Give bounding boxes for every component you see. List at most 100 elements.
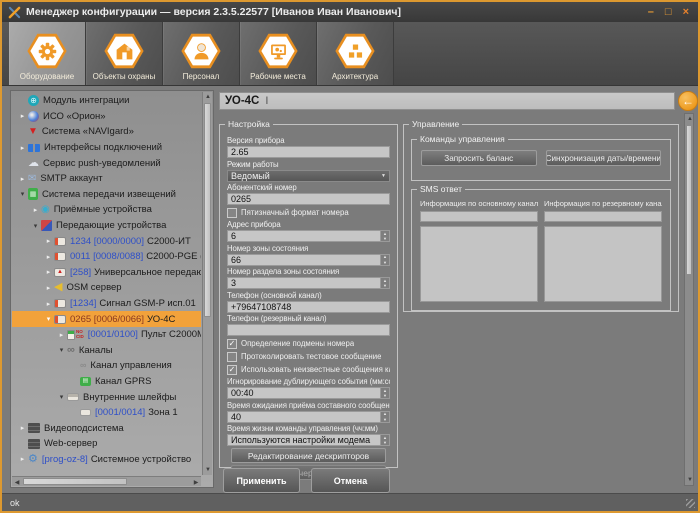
tree-item[interactable]: ▾Передающие устройства <box>12 218 201 234</box>
back-button[interactable]: ← <box>678 91 698 111</box>
tree-expander-icon[interactable]: ▸ <box>43 284 54 292</box>
spinner-arrows-icon[interactable]: ▲▼ <box>380 278 389 288</box>
tree-item[interactable]: ⊕Модуль интеграции <box>12 93 201 109</box>
work-mode-select[interactable]: Ведомый▼ <box>227 170 390 182</box>
tree-expander-icon[interactable]: ▸ <box>17 455 28 463</box>
tree-item[interactable]: ▾∞Каналы <box>12 343 201 359</box>
tree-item[interactable]: ▸◀OSM сервер <box>12 280 201 296</box>
scroll-up-icon[interactable]: ▲ <box>203 92 213 102</box>
toolbar-button-equipment[interactable]: Оборудование <box>9 22 86 85</box>
chevron-down-icon[interactable]: ▼ <box>373 173 386 179</box>
tree-expander-icon[interactable]: ▸ <box>43 300 54 308</box>
tree-item[interactable]: ▸1234 [0000/0000]С2000-ИТ <box>12 233 201 249</box>
device-name-input[interactable]: УО-4С I <box>219 92 675 110</box>
tree-item[interactable]: ▸⚙[prog-oz-8]Системное устройство <box>12 452 201 468</box>
sms-reserve-channel-textarea[interactable] <box>544 226 662 302</box>
edit-descriptors-button[interactable]: Редактирование дескрипторов <box>231 448 386 463</box>
checkbox-unchecked-icon[interactable] <box>227 352 237 362</box>
device-address-field[interactable]: 6▲▼ <box>227 230 390 242</box>
toolbar-button-workstations[interactable]: Рабочие места <box>240 22 317 85</box>
apply-button[interactable]: Применить <box>223 468 300 493</box>
tree-item[interactable]: ▾0265 [0006/0066]УО-4С <box>12 311 201 327</box>
composite-wait-field[interactable]: 40▲▼ <box>227 411 390 423</box>
tree-expander-icon[interactable]: ▸ <box>43 268 54 276</box>
scroll-down-icon[interactable]: ▼ <box>685 475 695 485</box>
tree-item[interactable]: ▾Внутренние шлейфы <box>12 389 201 405</box>
tree-expander-icon[interactable]: ▸ <box>30 206 41 214</box>
tree-expander-icon[interactable]: ▸ <box>17 112 28 120</box>
tree-item[interactable]: [0001/0014]Зона 1 <box>12 405 201 421</box>
tree-item[interactable]: ▸[1234]Сигнал GSM-P исп.01 <box>12 296 201 312</box>
phone-main-field[interactable]: +79647108748 <box>227 301 390 313</box>
tree-expander-icon[interactable]: ▾ <box>17 190 28 198</box>
toolbar-button-personnel[interactable]: Персонал <box>163 22 240 85</box>
toolbar-button-guard-objects[interactable]: Объекты охраны <box>86 22 163 85</box>
close-button[interactable]: × <box>683 7 689 18</box>
tree-expander-icon[interactable]: ▾ <box>56 393 67 401</box>
tree-vertical-scrollbar[interactable]: ▲ ▼ <box>202 92 212 475</box>
tree-item[interactable]: ▸0011 [0008/0088]С2000-PGE (тест) <box>12 249 201 265</box>
tree-item[interactable]: ▸Интерфейсы подключений <box>12 140 201 156</box>
checkbox-unchecked-icon[interactable] <box>227 208 237 218</box>
tree-expander-icon[interactable]: ▾ <box>43 315 54 323</box>
scroll-up-icon[interactable]: ▲ <box>685 114 695 124</box>
tree-expander-icon[interactable]: ▸ <box>17 175 28 183</box>
tree-expander-icon[interactable]: ▾ <box>30 222 41 230</box>
subscriber-number-field[interactable]: 0265 <box>227 193 390 205</box>
tree-item[interactable]: ▼Система «NAVIgard» <box>12 124 201 140</box>
tree-item[interactable]: ▸✉SMTP аккаунт <box>12 171 201 187</box>
number-substitution-checkbox[interactable]: ✓Определение подмены номера <box>227 338 390 349</box>
device-version-field[interactable]: 2.65 <box>227 146 390 158</box>
spinner-arrows-icon[interactable]: ▲▼ <box>380 388 389 398</box>
log-test-message-checkbox[interactable]: Протоколировать тестовое сообщение <box>227 351 390 362</box>
checkbox-checked-icon[interactable]: ✓ <box>227 339 237 349</box>
spinner-arrows-icon[interactable]: ▲▼ <box>380 255 389 265</box>
tree-item[interactable]: ▸ИСО «Орион» <box>12 109 201 125</box>
tree-expander-icon[interactable]: ▸ <box>56 331 67 339</box>
maximize-button[interactable]: □ <box>665 7 672 18</box>
tree-item[interactable]: ∞Канал управления <box>12 358 201 374</box>
tree-expander-icon[interactable]: ▸ <box>17 144 28 152</box>
sms-main-channel-textarea[interactable] <box>420 226 538 302</box>
tree-item[interactable]: ▸Видеоподсистема <box>12 420 201 436</box>
tree-item[interactable]: ▤Канал GPRS <box>12 374 201 390</box>
cancel-button[interactable]: Отмена <box>311 468 390 493</box>
request-balance-button[interactable]: Запросить баланс <box>421 150 537 166</box>
tree-item[interactable]: ▸◉Приёмные устройства <box>12 202 201 218</box>
tree-expander-icon[interactable]: ▸ <box>43 253 54 261</box>
tree-expander-icon[interactable]: ▸ <box>17 424 28 432</box>
minimize-button[interactable]: – <box>648 7 654 18</box>
unknown-as-test-checkbox[interactable]: ✓Использовать неизвестные сообщения как … <box>227 364 390 375</box>
main-vertical-scrollbar[interactable]: ▲ ▼ <box>684 113 694 486</box>
sms-reserve-channel-field[interactable] <box>544 211 662 222</box>
spinner-arrows-icon[interactable]: ▲▼ <box>380 435 389 445</box>
duplicate-ignore-field[interactable]: 00:40▲▼ <box>227 387 390 399</box>
scroll-thumb[interactable] <box>23 478 127 485</box>
phone-reserve-field[interactable] <box>227 324 390 336</box>
resize-grip[interactable] <box>686 499 695 508</box>
tree-item[interactable]: ▸NOCID[0001/0100]Пульт С2000М/С2 <box>12 327 201 343</box>
tree-item[interactable]: ▸▲[258]Универсальное передающее уст <box>12 265 201 281</box>
scroll-thumb[interactable] <box>204 103 211 317</box>
state-zone-partition-field[interactable]: 3▲▼ <box>227 277 390 289</box>
tree-expander-icon[interactable]: ▸ <box>43 237 54 245</box>
tree-item[interactable]: Web-сервер <box>12 436 201 452</box>
scroll-down-icon[interactable]: ▼ <box>203 465 213 475</box>
command-lifetime-field[interactable]: Используются настройки модема▲▼ <box>227 434 390 446</box>
sync-datetime-button[interactable]: Синхронизация даты/времени <box>546 150 662 166</box>
state-zone-number-field[interactable]: 66▲▼ <box>227 254 390 266</box>
scroll-thumb[interactable] <box>686 125 692 275</box>
scroll-right-icon[interactable]: ▶ <box>191 477 201 487</box>
tree-item[interactable]: ▾▦Система передачи извещений <box>12 187 201 203</box>
five-digit-format-checkbox[interactable]: Пятизначный формат номера <box>227 207 390 218</box>
spinner-arrows-icon[interactable]: ▲▼ <box>380 412 389 422</box>
spinner-arrows-icon[interactable]: ▲▼ <box>380 231 389 241</box>
tree-item[interactable]: ☁Сервис push-уведомлений <box>12 155 201 171</box>
sms-main-channel-field[interactable] <box>420 211 538 222</box>
checkbox-checked-icon[interactable]: ✓ <box>227 365 237 375</box>
tree-horizontal-scrollbar[interactable]: ◀ ▶ <box>12 476 201 486</box>
scroll-left-icon[interactable]: ◀ <box>12 477 22 487</box>
tree-expander-icon[interactable]: ▾ <box>56 346 67 354</box>
status-text: ok <box>10 498 20 508</box>
toolbar-button-architecture[interactable]: Архитектура <box>317 22 394 85</box>
